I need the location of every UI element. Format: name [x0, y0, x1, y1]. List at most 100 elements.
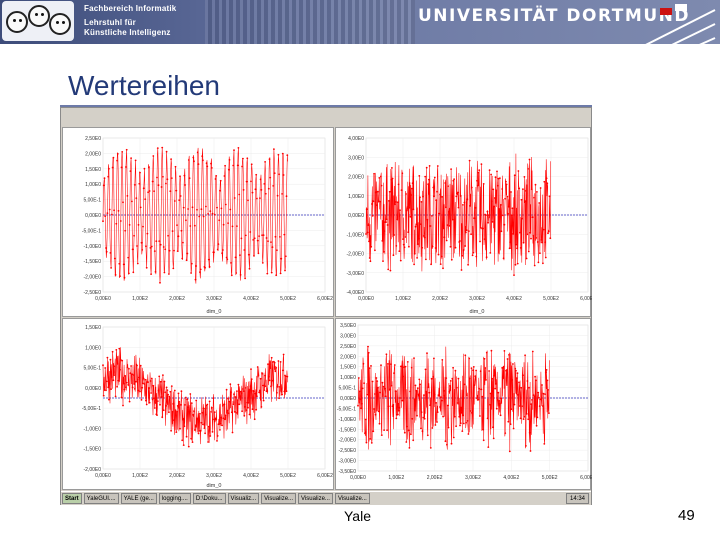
data-point: [446, 443, 448, 446]
data-point: [492, 437, 495, 440]
data-point: [449, 380, 452, 382]
start-button[interactable]: Start: [62, 493, 82, 504]
data-point: [162, 409, 165, 412]
data-point: [385, 218, 388, 221]
data-point: [434, 424, 437, 426]
data-point: [195, 399, 198, 402]
data-point: [109, 252, 112, 254]
data-point: [254, 392, 257, 395]
data-point: [388, 200, 390, 202]
data-point: [242, 157, 244, 160]
data-point: [467, 263, 469, 266]
data-point: [211, 212, 214, 215]
y-tick-label: 3,50E0: [340, 323, 356, 329]
y-tick-label: 0,00E0: [348, 213, 364, 219]
taskbar-button[interactable]: Visualize...: [298, 493, 333, 504]
data-point: [502, 365, 505, 368]
data-point: [187, 406, 189, 409]
data-point: [196, 151, 199, 154]
data-point: [209, 210, 212, 212]
data-point: [476, 184, 479, 187]
data-point: [170, 385, 173, 387]
taskbar-button[interactable]: YaleGUI....: [83, 493, 119, 504]
data-point: [507, 420, 510, 423]
data-point: [283, 233, 286, 236]
data-point: [415, 389, 418, 392]
data-point: [423, 236, 426, 239]
data-point: [239, 254, 241, 257]
data-point: [143, 167, 146, 170]
data-point: [191, 441, 194, 443]
data-point: [270, 271, 273, 274]
data-point: [188, 177, 191, 180]
data-point: [185, 219, 187, 222]
data-point: [199, 271, 201, 273]
data-point: [493, 205, 495, 208]
y-tick-label: 1,50E0: [85, 325, 101, 331]
data-point: [531, 350, 534, 353]
data-point: [539, 252, 541, 255]
data-point: [253, 255, 255, 257]
data-point: [544, 393, 546, 396]
data-point: [390, 384, 393, 387]
data-point: [548, 195, 551, 198]
data-point: [243, 414, 246, 417]
data-point: [394, 203, 396, 206]
data-point: [262, 399, 265, 402]
data-point: [153, 407, 156, 409]
taskbar-button[interactable]: Visualize...: [261, 493, 297, 504]
data-point: [466, 394, 468, 396]
data-point: [222, 223, 225, 226]
data-point: [439, 396, 442, 399]
taskbar-button[interactable]: D:\Doku...: [192, 493, 226, 504]
data-point: [246, 157, 249, 160]
data-point: [262, 234, 265, 236]
data-point: [199, 268, 202, 271]
data-point: [209, 435, 212, 437]
data-point: [471, 254, 474, 257]
data-point: [434, 247, 437, 249]
data-point: [357, 404, 359, 407]
data-point: [166, 389, 169, 391]
data-point: [544, 241, 546, 244]
data-point: [485, 256, 488, 259]
data-point: [134, 159, 137, 162]
data-point: [278, 397, 280, 400]
line-chart: 4,00E0 3,00E0 2,00E0 1,00E0 0,00E0 -1,00E0 -2,…: [346, 136, 592, 315]
y-tick-label: 2,00E0: [85, 151, 101, 157]
data-point: [257, 252, 260, 255]
taskbar-button[interactable]: logging....: [158, 493, 191, 504]
data-point: [514, 263, 517, 266]
data-point: [264, 374, 266, 377]
data-point: [132, 374, 135, 376]
data-point: [130, 365, 132, 367]
data-point: [482, 183, 485, 185]
data-point: [123, 388, 126, 391]
data-point: [205, 413, 207, 416]
taskbar-button[interactable]: Visualize...: [334, 493, 370, 504]
data-point: [452, 436, 455, 439]
taskbar-button[interactable]: Visualiz...: [227, 493, 260, 504]
data-point: [253, 418, 256, 421]
chart-panel-bottom-right: 3,50E0 3,00E0 2,50E0 2,00E0 1,50E0 1,00E0 5,00…: [335, 318, 592, 490]
taskbar-button[interactable]: YALE (ge...: [120, 493, 157, 504]
data-point: [446, 224, 449, 226]
data-point: [538, 405, 541, 407]
data-point: [407, 429, 410, 432]
data-point: [118, 262, 121, 265]
data-point: [144, 378, 147, 381]
data-point: [190, 272, 192, 274]
data-point: [459, 195, 462, 197]
data-point: [398, 250, 401, 253]
data-point: [139, 206, 142, 209]
data-point: [396, 201, 399, 204]
data-point: [442, 227, 445, 230]
data-point: [216, 248, 219, 251]
data-point: [379, 391, 382, 394]
data-point: [429, 404, 431, 407]
data-point: [403, 431, 406, 434]
data-point: [410, 366, 413, 369]
data-point: [224, 164, 227, 167]
data-point: [119, 368, 121, 371]
data-point: [523, 415, 526, 418]
